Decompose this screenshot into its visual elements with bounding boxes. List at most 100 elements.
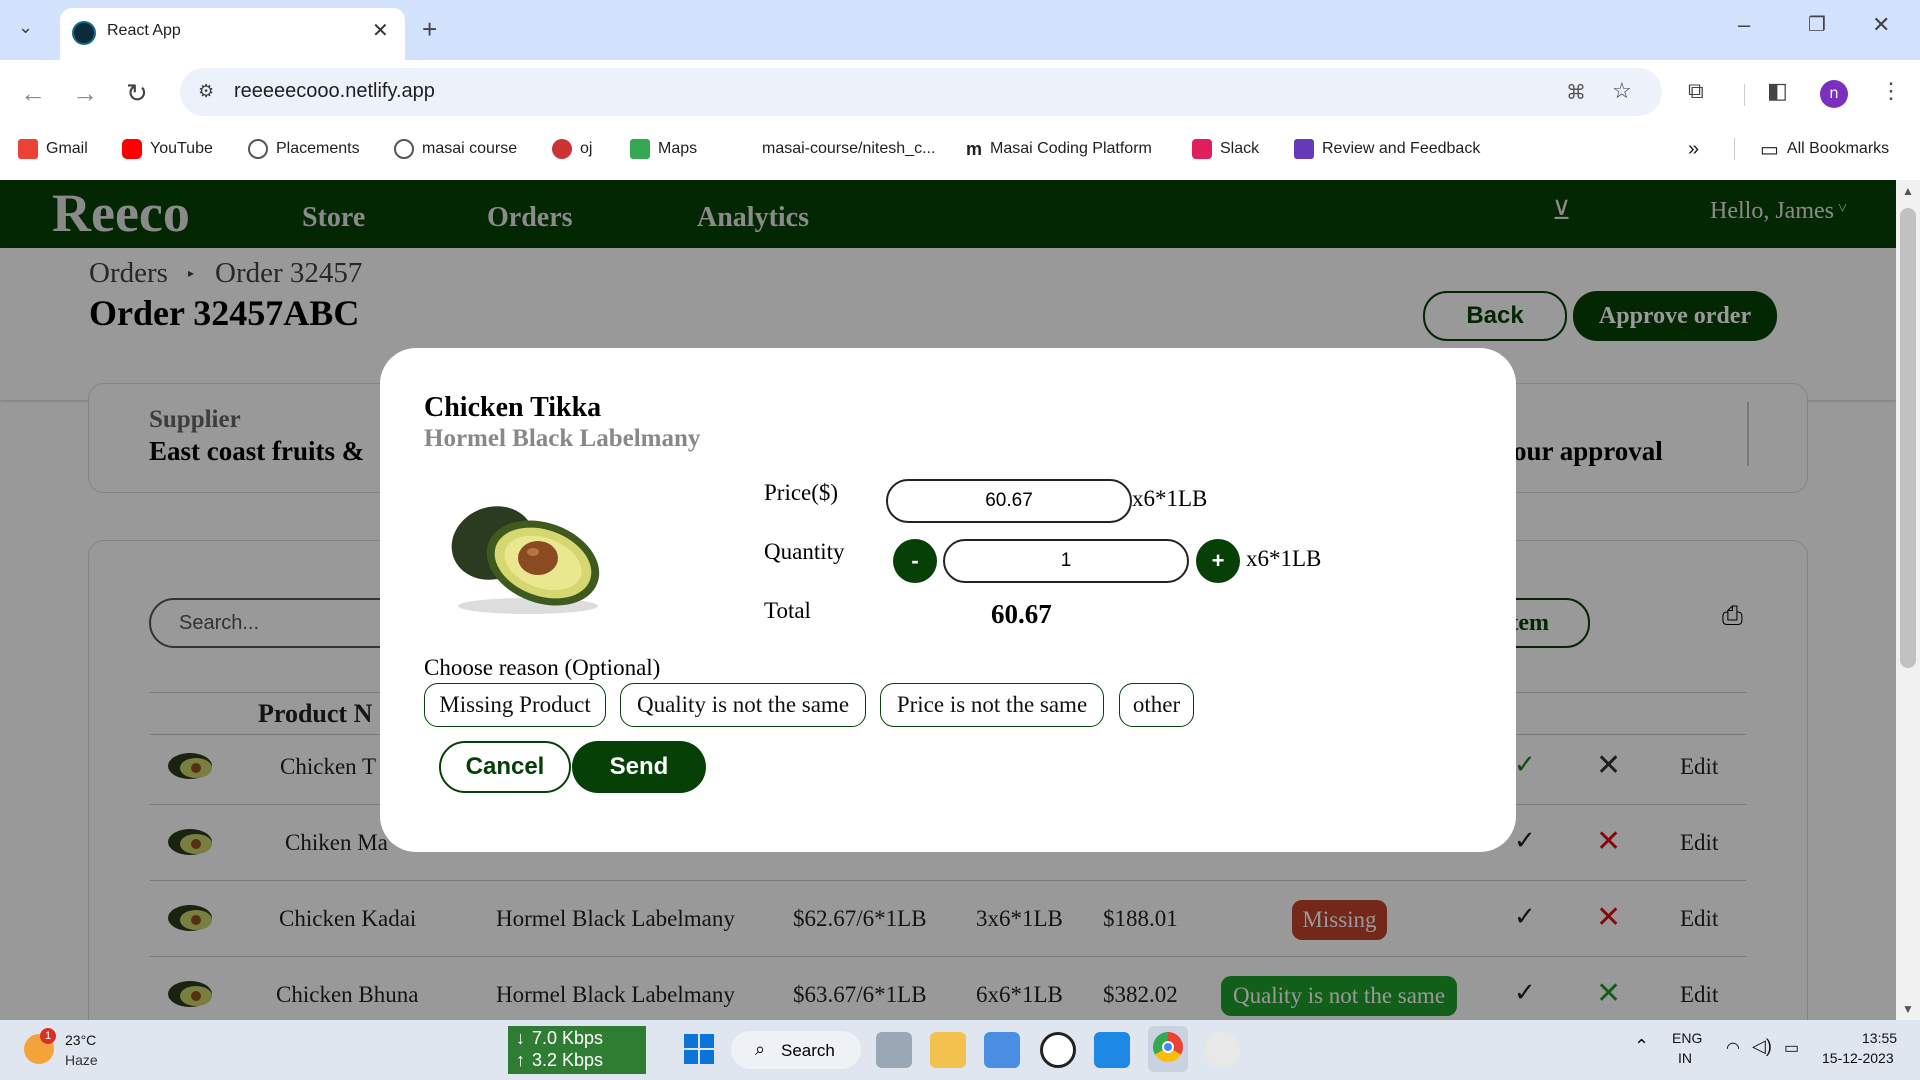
price-label: Price($) [764, 480, 839, 505]
bookmark-gmail[interactable]: Gmail [18, 136, 88, 162]
taskbar-search-label: Search [781, 1041, 835, 1060]
restore-icon[interactable]: ❐ [1808, 15, 1826, 35]
net-up: 3.2 Kbps [532, 1050, 604, 1070]
scroll-up-icon[interactable]: ▲ [1902, 184, 1914, 198]
total-label: Total [764, 598, 811, 623]
scrollbar-thumb[interactable] [1900, 208, 1916, 668]
forward-arrow-icon[interactable]: → [72, 80, 98, 106]
search-icon: ⌕ [755, 1039, 766, 1059]
bookmark-oj[interactable]: oj [552, 136, 592, 162]
weather-temp: 23°C [65, 1032, 97, 1048]
net-down: 7.0 Kbps [532, 1028, 604, 1048]
folder-icon: ▭ [1760, 138, 1779, 161]
all-bookmarks-label: All Bookmarks [1786, 140, 1890, 157]
network-speed-widget: ↓ 7.0 Kbps ↑ 3.2 Kbps [508, 1026, 646, 1074]
send-button[interactable]: Send [572, 741, 706, 793]
site-settings-icon[interactable]: ⚙ [198, 81, 214, 102]
bookmark-label: oj [580, 140, 593, 157]
reason-label: Choose reason (Optional) [424, 655, 661, 680]
bookmark-label: Slack [1220, 140, 1260, 157]
slack-icon [1192, 139, 1212, 159]
task-view-icon[interactable] [876, 1032, 912, 1068]
bookmark-label: Placements [276, 140, 360, 157]
price-input[interactable] [886, 479, 1132, 523]
decrement-button[interactable]: - [893, 539, 937, 583]
clock-date[interactable]: 15-12-2023 [1822, 1050, 1894, 1066]
net-up-arrow-icon: ↑ [516, 1050, 525, 1070]
more-bookmarks-icon[interactable]: » [1688, 136, 1699, 162]
toolbar-divider [1744, 84, 1745, 106]
bookmark-label: masai course [422, 140, 518, 157]
github-desktop-icon[interactable] [1040, 1032, 1076, 1068]
bookmark-label: Review and Feedback [1322, 140, 1481, 157]
all-bookmarks[interactable]: ▭ All Bookmarks [1760, 136, 1889, 162]
react-icon [72, 21, 96, 45]
vscode-icon[interactable] [1094, 1032, 1130, 1068]
volume-icon[interactable]: ◁) [1752, 1036, 1772, 1057]
quantity-label: Quantity [764, 539, 845, 564]
price-unit: x6*1LB [1132, 486, 1208, 511]
url-text: reeeeecooo.netlify.app [234, 80, 435, 102]
scroll-down-icon[interactable]: ▼ [1902, 1002, 1914, 1016]
oj-icon [552, 139, 572, 159]
cancel-button[interactable]: Cancel [439, 741, 571, 793]
minimize-icon[interactable]: – [1738, 14, 1750, 36]
side-panel-icon[interactable]: ◧ [1767, 80, 1788, 102]
tray-overflow-icon[interactable]: ⌃ [1634, 1036, 1649, 1057]
browser-menu-icon[interactable]: ⋮ [1880, 80, 1902, 102]
extensions-icon[interactable]: ⧉ [1688, 80, 1704, 102]
back-arrow-icon[interactable]: ← [20, 80, 46, 106]
bookmark-label: Gmail [46, 140, 88, 157]
masai-m-icon: m [966, 138, 983, 159]
gmail-icon [18, 139, 38, 159]
bookmark-placements[interactable]: Placements [248, 136, 360, 162]
close-window-icon[interactable]: ✕ [1872, 14, 1890, 36]
bookmark-slack[interactable]: Slack [1192, 136, 1259, 162]
chrome-taskbar-active[interactable] [1148, 1026, 1188, 1072]
tab-title: React App [107, 22, 181, 39]
bookmark-label: Maps [658, 140, 698, 157]
profile-avatar[interactable]: n [1820, 80, 1848, 108]
region[interactable]: IN [1678, 1050, 1692, 1066]
increment-button[interactable]: + [1196, 539, 1240, 583]
close-tab-icon[interactable]: ✕ [372, 18, 389, 43]
youtube-icon [122, 139, 142, 159]
quantity-input[interactable] [943, 539, 1189, 583]
file-explorer-icon[interactable] [930, 1032, 966, 1068]
translate-icon[interactable]: ⌘ [1566, 80, 1586, 105]
quantity-unit: x6*1LB [1246, 546, 1322, 571]
bookmark-masai-course[interactable]: masai course [394, 136, 517, 162]
new-tab-icon[interactable]: + [422, 16, 437, 42]
microsoft-store-icon[interactable] [984, 1032, 1020, 1068]
bookmark-label: masai-course/nitesh_c... [762, 140, 936, 157]
modal-title: Chicken Tikka [424, 392, 602, 423]
net-down-arrow-icon: ↓ [516, 1028, 525, 1048]
taskbar-search-button[interactable]: ⌕ Search [731, 1031, 861, 1069]
bookmark-masai-coding-platform[interactable]: m Masai Coding Platform [966, 136, 1152, 162]
wifi-icon[interactable]: ◠ [1726, 1038, 1740, 1058]
battery-icon[interactable]: ▭ [1784, 1038, 1799, 1058]
bookmark-label: Masai Coding Platform [990, 140, 1152, 157]
bookmark-maps[interactable]: Maps [630, 136, 697, 162]
language[interactable]: ENG [1672, 1030, 1702, 1046]
slack-taskbar-icon[interactable] [1204, 1032, 1240, 1068]
reason-chip-quality[interactable]: Quality is not the same [620, 683, 866, 727]
bookmark-label: YouTube [150, 140, 213, 157]
maps-icon [630, 139, 650, 159]
bookmark-youtube[interactable]: YouTube [122, 136, 213, 162]
tab-search-icon[interactable]: ⌄ [18, 18, 33, 36]
reload-icon[interactable]: ↻ [126, 80, 148, 106]
reason-chip-missing-product[interactable]: Missing Product [424, 683, 606, 727]
bookmark-review-feedback[interactable]: Review and Feedback [1294, 136, 1480, 162]
bookmark-star-icon[interactable]: ☆ [1612, 78, 1632, 104]
windows-start-icon[interactable] [684, 1034, 714, 1064]
edit-item-modal: Chicken Tikka Hormel Black Labelmany Pri… [380, 348, 1516, 852]
globe-icon [394, 139, 414, 159]
clock-time[interactable]: 13:55 [1862, 1030, 1897, 1046]
reason-chip-price[interactable]: Price is not the same [880, 683, 1104, 727]
reason-chip-other[interactable]: other [1119, 683, 1194, 727]
globe-icon [248, 139, 268, 159]
address-bar[interactable]: ⚙ reeeeecooo.netlify.app ⌘ ☆ [180, 68, 1662, 116]
bookmark-github[interactable]: masai-course/nitesh_c... [762, 136, 935, 162]
browser-tab[interactable]: React App ✕ [60, 8, 405, 60]
